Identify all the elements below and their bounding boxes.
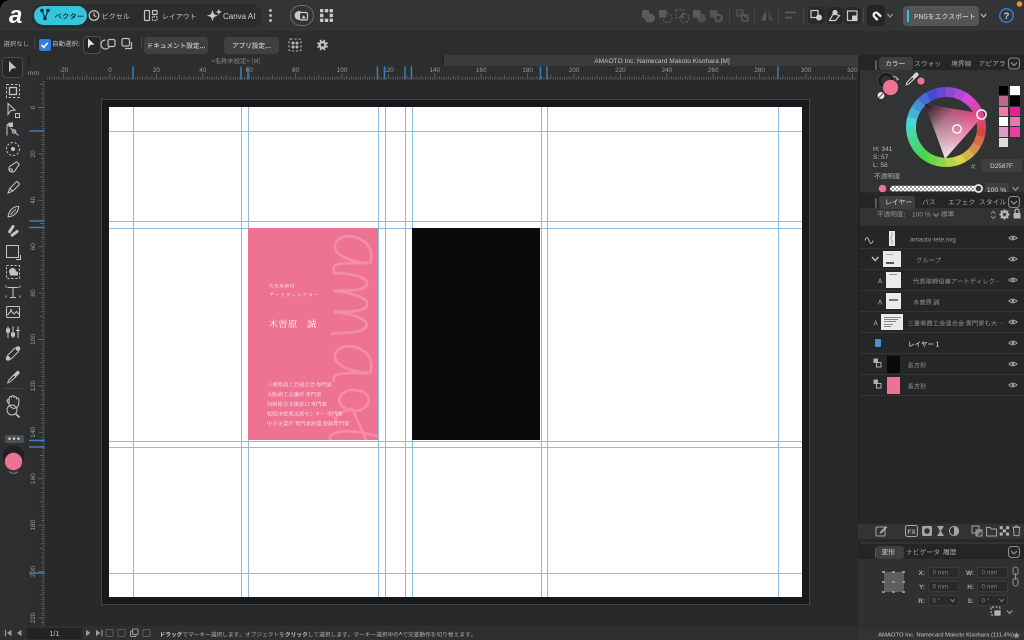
svg-text:260: 260: [708, 67, 719, 74]
svg-text:100 %: 100 %: [912, 212, 931, 219]
svg-text:120: 120: [30, 380, 37, 391]
svg-text:Y:: Y:: [919, 584, 925, 591]
svg-text:W:: W:: [966, 570, 974, 577]
svg-text:0: 0: [30, 105, 37, 109]
svg-text:D2587F: D2587F: [990, 163, 1013, 170]
svg-text:0 mm: 0 mm: [933, 570, 949, 577]
svg-text:amaoto-tete.svg: amaoto-tete.svg: [910, 237, 956, 244]
svg-text:H:: H:: [967, 584, 974, 591]
svg-text:0 °: 0 °: [933, 597, 941, 605]
svg-text:40: 40: [30, 196, 37, 204]
svg-text:R:: R:: [918, 598, 925, 605]
svg-text:140: 140: [429, 67, 440, 74]
svg-text:Canva AI: Canva AI: [223, 12, 255, 21]
svg-text:300: 300: [801, 67, 812, 74]
svg-text:0 °: 0 °: [982, 597, 990, 605]
svg-text:80: 80: [30, 289, 37, 297]
svg-text:220: 220: [30, 612, 37, 623]
svg-text:0 mm: 0 mm: [982, 584, 998, 591]
svg-text:mm: mm: [28, 70, 39, 77]
svg-text:200: 200: [569, 67, 580, 74]
svg-text:L: 58: L: 58: [873, 162, 888, 169]
svg-text:60: 60: [30, 243, 37, 251]
svg-text:-20: -20: [59, 67, 69, 74]
svg-text:80: 80: [292, 67, 300, 74]
svg-text:200: 200: [30, 566, 37, 577]
svg-text:240: 240: [661, 67, 672, 74]
svg-text:FX: FX: [907, 529, 916, 536]
svg-text:180: 180: [522, 67, 533, 74]
svg-text:180: 180: [30, 519, 37, 530]
svg-text:AMAOTO Inc. Namecard Makoto Ki: AMAOTO Inc. Namecard Makoto Kisohara (11…: [878, 633, 1014, 639]
svg-text:280: 280: [754, 67, 765, 74]
svg-text:100 %: 100 %: [987, 187, 1006, 194]
svg-text:AMAOTO Inc. Namecard Makoto Ki: AMAOTO Inc. Namecard Makoto Kisohara [M]: [594, 58, 730, 65]
svg-text:#:: #:: [971, 164, 977, 171]
svg-text:0 mm: 0 mm: [982, 570, 998, 577]
svg-text:20: 20: [153, 67, 161, 74]
svg-text:?: ?: [1004, 11, 1010, 22]
svg-text:140: 140: [30, 426, 37, 437]
svg-text:220: 220: [615, 67, 626, 74]
svg-text:S:: S:: [968, 598, 974, 605]
svg-text:160: 160: [30, 473, 37, 484]
svg-text:160: 160: [476, 67, 487, 74]
svg-text:100: 100: [337, 67, 348, 74]
svg-text:1/1: 1/1: [50, 631, 60, 638]
svg-text:320: 320: [847, 67, 858, 74]
svg-text:0: 0: [108, 67, 112, 74]
svg-text:40: 40: [199, 67, 207, 74]
svg-text:S: 57: S: 57: [873, 154, 889, 161]
svg-text:X:: X:: [919, 570, 925, 577]
svg-text:H: 341: H: 341: [873, 146, 893, 153]
svg-text:100: 100: [30, 334, 37, 345]
svg-text:20: 20: [30, 150, 37, 158]
svg-text:60: 60: [246, 67, 254, 74]
svg-text:0 mm: 0 mm: [933, 584, 949, 591]
